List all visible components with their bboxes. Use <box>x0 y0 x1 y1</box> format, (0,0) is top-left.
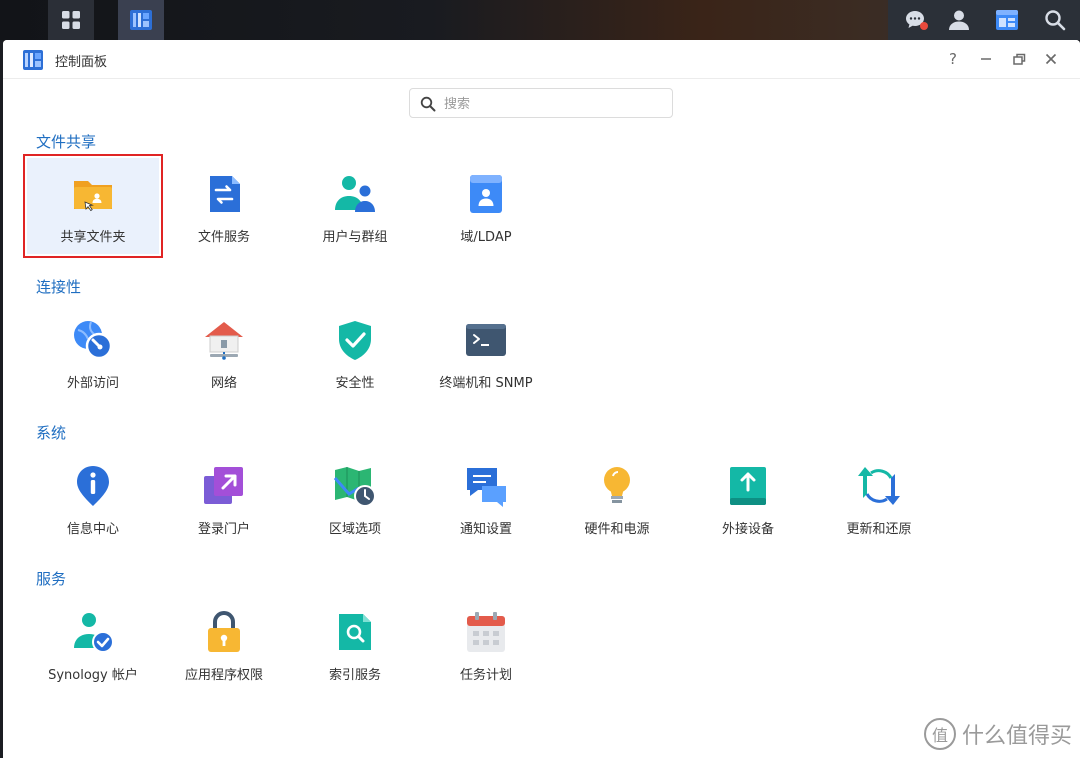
synology-account-icon <box>74 613 114 653</box>
help-icon: ? <box>949 50 957 68</box>
search-input[interactable] <box>442 92 666 116</box>
item-label: 索引服务 <box>328 668 381 683</box>
terminal-icon <box>466 324 506 356</box>
external-devices-icon <box>730 467 766 505</box>
item-file-services[interactable]: 文件服务 <box>158 158 290 254</box>
item-shared-folder[interactable]: 共享文件夹 <box>23 154 163 258</box>
item-external-devices[interactable]: 外接设备 <box>682 450 814 546</box>
minimize-button[interactable] <box>975 48 997 70</box>
item-notification[interactable]: 通知设置 <box>420 450 552 546</box>
regional-options-icon <box>333 467 376 507</box>
widgets-button[interactable] <box>984 0 1030 40</box>
item-label: 应用程序权限 <box>184 668 263 683</box>
taskbar-tray <box>888 0 1080 40</box>
item-label: 网络 <box>210 376 237 391</box>
item-label: 硬件和电源 <box>584 522 650 537</box>
item-synology-account[interactable]: Synology 帐户 <box>27 596 159 692</box>
item-hardware-power[interactable]: 硬件和电源 <box>551 450 683 546</box>
item-label: 域/LDAP <box>460 230 512 245</box>
control-panel-window: 控制面板 ? 文件共享 <box>3 40 1080 758</box>
main-menu-button[interactable] <box>48 0 94 40</box>
notification-dot <box>920 22 928 30</box>
taskbar-control-panel-button[interactable] <box>118 0 164 40</box>
item-login-portal[interactable]: 登录门户 <box>158 450 290 546</box>
restore-icon <box>1012 53 1025 65</box>
section-title-services: 服务 <box>36 570 67 588</box>
item-terminal-snmp[interactable]: 终端机和 SNMP <box>420 304 552 400</box>
user-group-icon <box>335 176 375 212</box>
notification-icon <box>467 468 506 507</box>
search-button[interactable] <box>1032 0 1078 40</box>
calendar-icon <box>467 612 505 652</box>
item-label: 用户与群组 <box>322 230 388 245</box>
item-label: 登录门户 <box>197 522 250 537</box>
minimize-icon <box>981 58 991 60</box>
taskbar <box>0 0 1080 40</box>
item-domain-ldap[interactable]: 域/LDAP <box>420 158 552 254</box>
watermark: 值 什么值得买 <box>923 718 1072 750</box>
network-icon <box>205 322 243 360</box>
item-update-restore[interactable]: 更新和还原 <box>813 450 945 546</box>
item-task-scheduler[interactable]: 任务计划 <box>420 596 552 692</box>
user-button[interactable] <box>936 0 982 40</box>
item-label: 文件服务 <box>197 230 250 245</box>
control-panel-icon <box>23 50 43 70</box>
item-label: 更新和还原 <box>846 522 912 537</box>
item-user-group[interactable]: 用户与群组 <box>289 158 421 254</box>
domain-ldap-icon <box>470 175 502 213</box>
watermark-text: 什么值得买 <box>961 724 1072 749</box>
item-label: 任务计划 <box>459 668 512 683</box>
info-icon <box>77 466 109 506</box>
lightbulb-icon <box>604 467 630 503</box>
search-box[interactable] <box>409 88 673 118</box>
close-button[interactable] <box>1040 48 1062 70</box>
lock-icon <box>208 611 240 652</box>
search-icon <box>420 96 436 112</box>
item-network[interactable]: 网络 <box>158 304 290 400</box>
shield-icon <box>339 321 371 360</box>
update-restore-icon <box>858 467 900 505</box>
section-title-connectivity: 连接性 <box>36 278 82 296</box>
item-label: 区域选项 <box>328 522 381 537</box>
item-label: 通知设置 <box>459 522 512 537</box>
restore-button[interactable] <box>1008 48 1030 70</box>
title-bar: 控制面板 ? <box>3 40 1080 79</box>
search-icon <box>1045 10 1066 31</box>
item-label: 终端机和 SNMP <box>439 376 533 391</box>
item-label: Synology 帐户 <box>48 668 138 683</box>
item-regional-options[interactable]: 区域选项 <box>289 450 421 546</box>
item-label: 外部访问 <box>66 376 119 391</box>
window-title: 控制面板 <box>55 55 108 70</box>
item-label: 安全性 <box>335 376 375 391</box>
item-external-access[interactable]: 外部访问 <box>27 304 159 400</box>
item-info-center[interactable]: 信息中心 <box>27 450 159 546</box>
section-title-system: 系统 <box>36 424 67 442</box>
grid-icon <box>62 11 80 29</box>
chat-button[interactable] <box>892 0 938 40</box>
item-app-privileges[interactable]: 应用程序权限 <box>158 596 290 692</box>
item-label: 外接设备 <box>721 522 774 537</box>
file-services-icon <box>210 176 240 212</box>
control-panel-icon <box>130 10 152 30</box>
watermark-logo: 值 <box>923 718 956 750</box>
external-access-icon <box>74 321 113 360</box>
section-title-file-sharing: 文件共享 <box>36 133 97 151</box>
user-icon <box>949 10 969 30</box>
item-label: 信息中心 <box>66 522 119 537</box>
item-security[interactable]: 安全性 <box>289 304 421 400</box>
close-icon <box>1045 53 1057 65</box>
widgets-icon <box>996 10 1018 30</box>
help-button[interactable]: ? <box>942 48 964 70</box>
shared-folder-icon <box>74 181 112 212</box>
indexing-service-icon <box>339 614 371 650</box>
login-portal-icon <box>204 467 243 504</box>
item-indexing-service[interactable]: 索引服务 <box>289 596 421 692</box>
item-label: 共享文件夹 <box>60 230 126 245</box>
